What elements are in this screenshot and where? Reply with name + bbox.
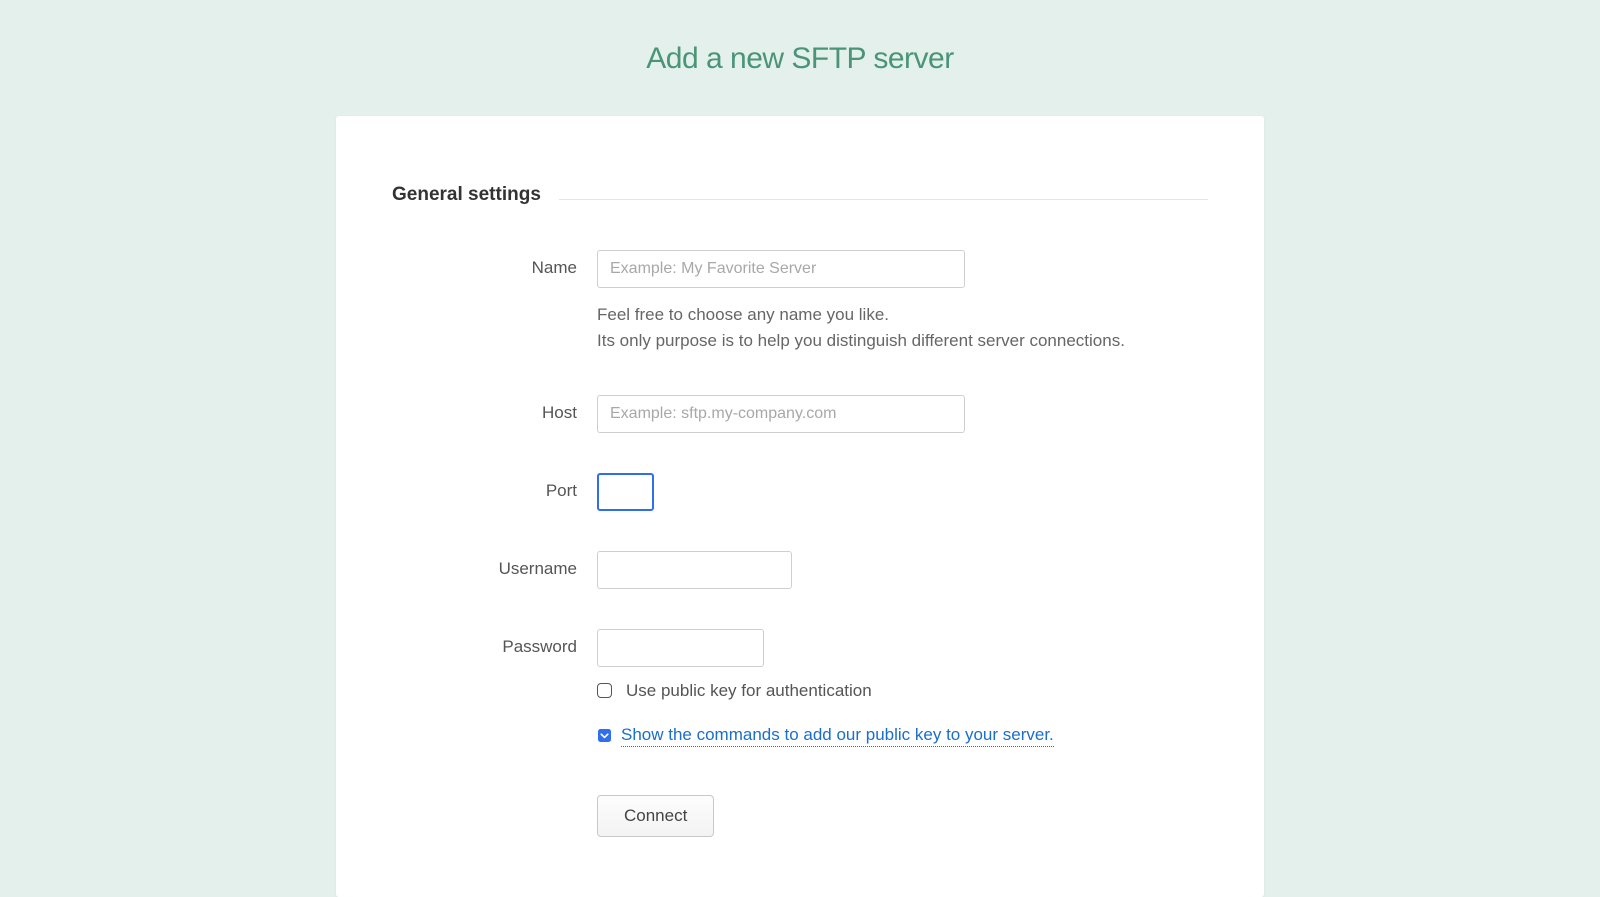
host-input[interactable] <box>597 395 965 433</box>
connect-button[interactable]: Connect <box>597 795 714 837</box>
chevron-down-icon[interactable] <box>597 729 611 743</box>
row-name: Name Feel free to choose any name you li… <box>392 250 1208 355</box>
show-commands-link[interactable]: Show the commands to add our public key … <box>621 725 1054 747</box>
row-password: Password Use public key for authenticati… <box>392 629 1208 747</box>
port-input[interactable] <box>597 473 654 511</box>
public-key-label: Use public key for authentication <box>626 681 872 701</box>
row-username: Username <box>392 551 1208 589</box>
row-host: Host <box>392 395 1208 433</box>
submit-row: Connect <box>392 795 1208 837</box>
label-username: Username <box>392 551 597 579</box>
name-input[interactable] <box>597 250 965 288</box>
section-title: General settings <box>392 184 559 206</box>
label-port: Port <box>392 473 597 501</box>
public-key-row: Use public key for authentication <box>597 681 1208 701</box>
section-rule <box>559 199 1208 200</box>
username-input[interactable] <box>597 551 792 589</box>
settings-card: General settings Name Feel free to choos… <box>336 116 1264 897</box>
row-port: Port <box>392 473 1208 511</box>
label-name: Name <box>392 250 597 278</box>
label-password: Password <box>392 629 597 657</box>
name-help-line2: Its only purpose is to help you distingu… <box>597 331 1125 350</box>
public-key-checkbox[interactable] <box>597 683 612 698</box>
expander-row: Show the commands to add our public key … <box>597 725 1208 747</box>
name-help-line1: Feel free to choose any name you like. <box>597 305 889 324</box>
name-help: Feel free to choose any name you like. I… <box>597 302 1208 355</box>
section-header: General settings <box>392 184 1208 206</box>
label-host: Host <box>392 395 597 423</box>
password-input[interactable] <box>597 629 764 667</box>
page-title: Add a new SFTP server <box>0 0 1600 116</box>
